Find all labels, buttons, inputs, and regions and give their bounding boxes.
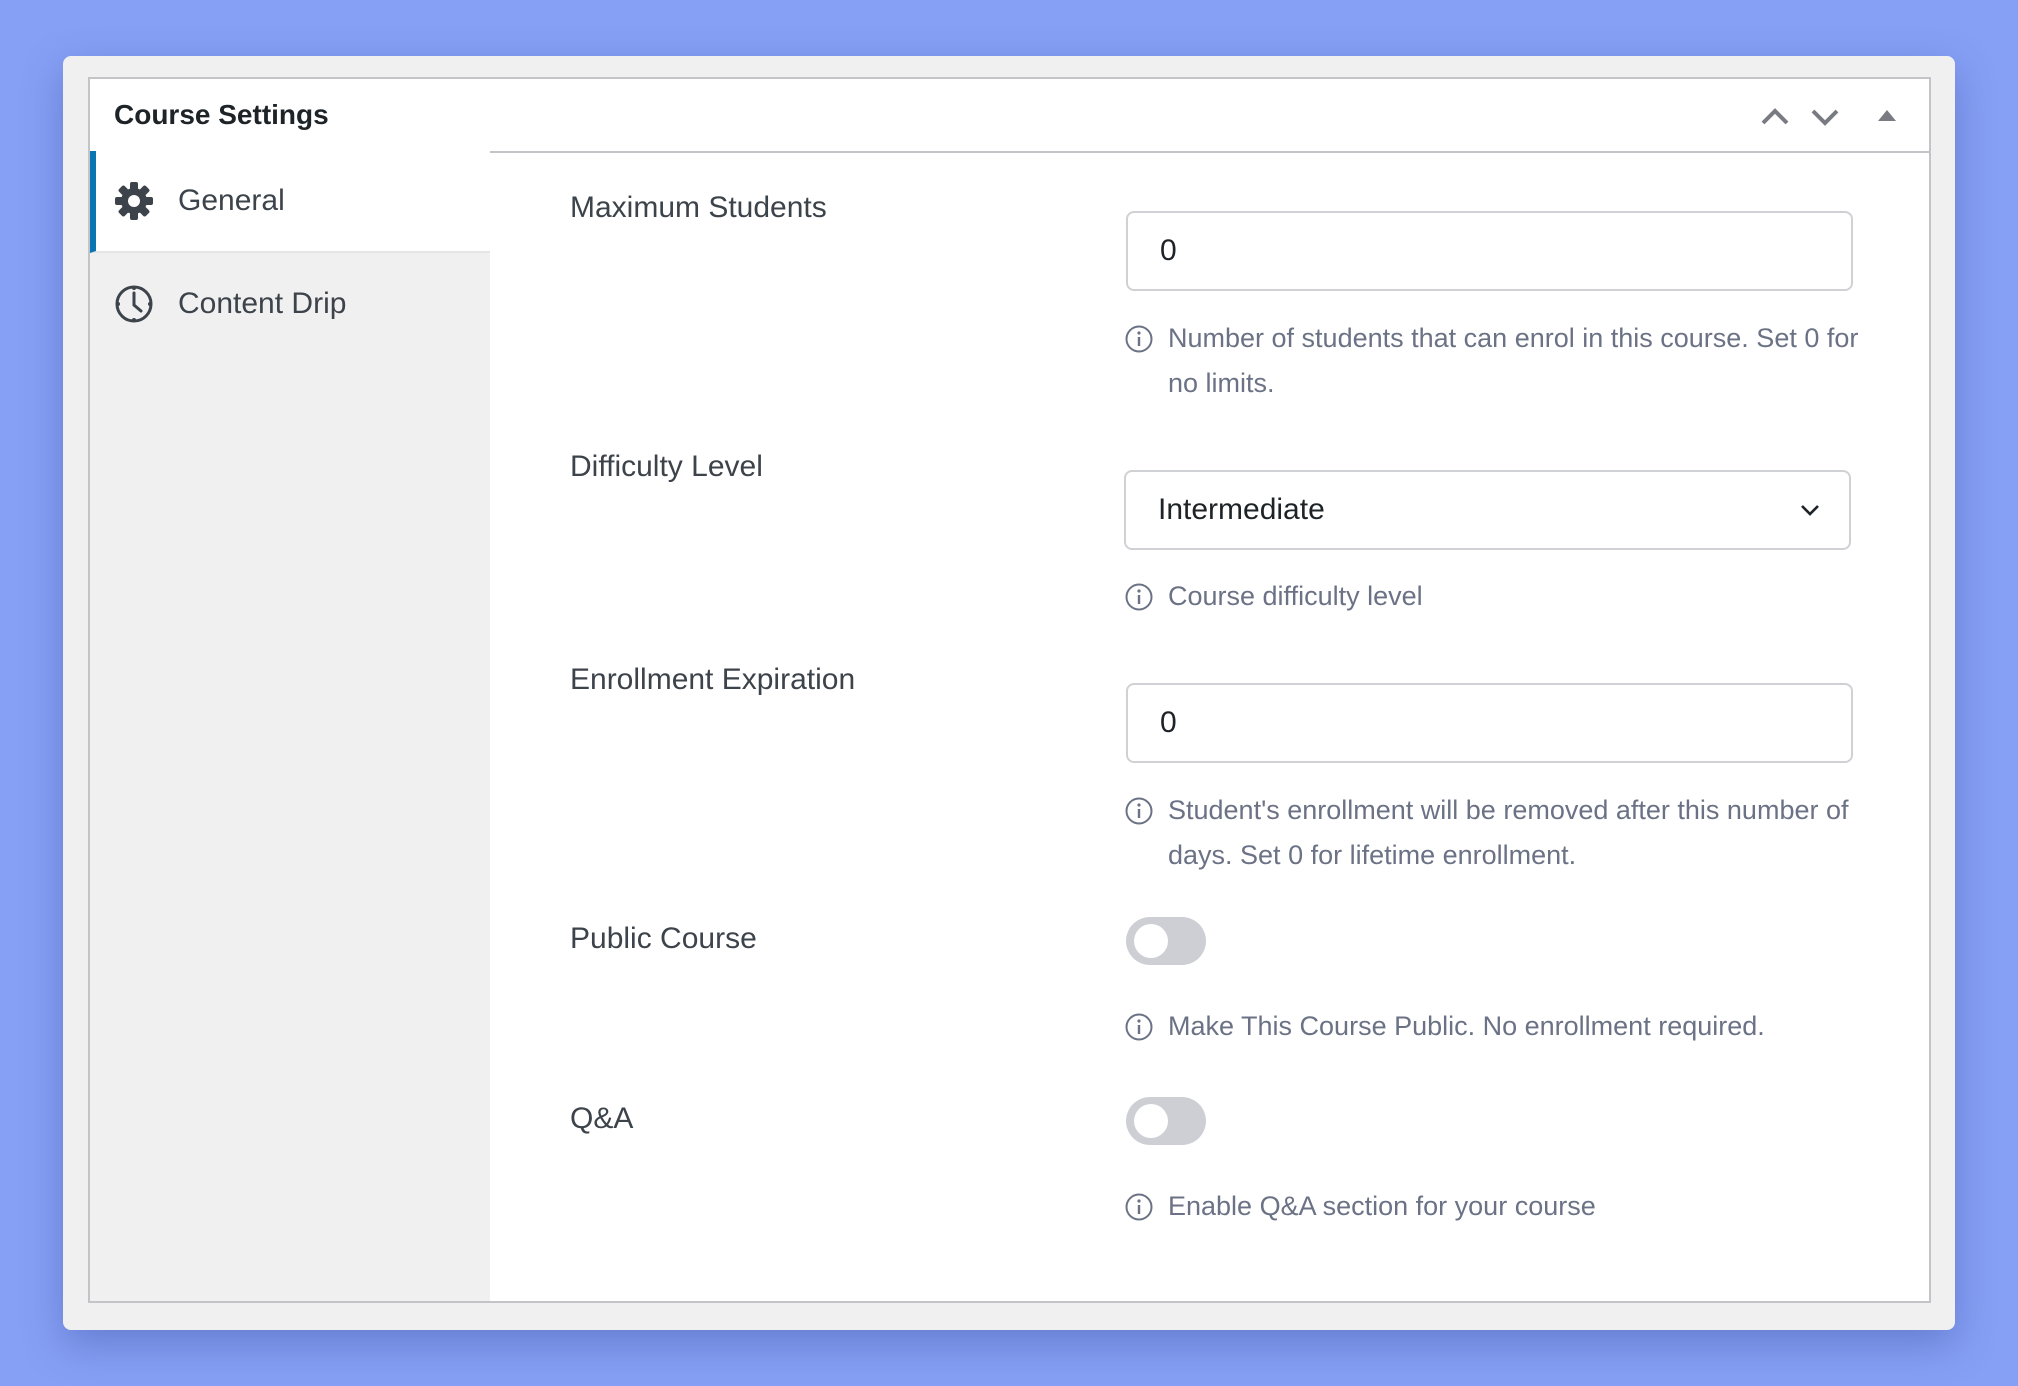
difficulty-select[interactable]: Intermediate xyxy=(1124,470,1851,550)
panel-title: Course Settings xyxy=(114,99,329,130)
sidebar-item-label: Content Drip xyxy=(178,287,347,320)
enrollment-expiration-help: Student's enrollment will be removed aft… xyxy=(1124,788,1864,878)
settings-content: Maximum Students Number of students that… xyxy=(490,151,1929,1301)
help-text: Make This Course Public. No enrollment r… xyxy=(1168,1011,1765,1041)
info-icon xyxy=(1125,1013,1153,1041)
collapse-toggle-button[interactable] xyxy=(1870,101,1904,133)
enrollment-expiration-input[interactable] xyxy=(1126,683,1853,763)
sidebar-item-general[interactable]: General xyxy=(90,151,490,253)
triangle-up-icon xyxy=(1878,110,1896,121)
info-icon xyxy=(1125,583,1153,611)
info-icon xyxy=(1125,325,1153,353)
move-down-button[interactable] xyxy=(1808,101,1842,133)
course-settings-panel: Course Settings General Content Drip Max… xyxy=(88,77,1931,1303)
info-icon xyxy=(1125,1193,1153,1221)
difficulty-help: Course difficulty level xyxy=(1124,574,1864,619)
chevron-up-icon xyxy=(1761,108,1789,125)
toggle-knob xyxy=(1134,1104,1168,1138)
qa-help: Enable Q&A section for your course xyxy=(1124,1184,1864,1229)
max-students-input[interactable] xyxy=(1126,211,1853,291)
help-text: Enable Q&A section for your course xyxy=(1168,1191,1596,1221)
panel-header: Course Settings xyxy=(90,79,1929,153)
qa-label: Q&A xyxy=(570,1102,634,1135)
help-text: Number of students that can enrol in thi… xyxy=(1168,323,1859,398)
clock-icon xyxy=(114,284,154,324)
gear-icon xyxy=(114,181,154,221)
window-frame: Course Settings General Content Drip Max… xyxy=(63,56,1955,1330)
difficulty-selected-value: Intermediate xyxy=(1158,493,1325,526)
max-students-help: Number of students that can enrol in thi… xyxy=(1124,316,1864,406)
toggle-knob xyxy=(1134,924,1168,958)
public-course-toggle[interactable] xyxy=(1126,917,1206,965)
sidebar-item-label: General xyxy=(178,184,285,217)
move-up-button[interactable] xyxy=(1758,101,1792,133)
max-students-label: Maximum Students xyxy=(570,191,827,224)
public-course-label: Public Course xyxy=(570,922,757,955)
chevron-down-icon xyxy=(1811,109,1839,126)
info-icon xyxy=(1125,797,1153,825)
chevron-down-icon xyxy=(1801,505,1819,516)
public-course-help: Make This Course Public. No enrollment r… xyxy=(1124,1004,1864,1049)
qa-toggle[interactable] xyxy=(1126,1097,1206,1145)
sidebar-item-content-drip[interactable]: Content Drip xyxy=(90,253,490,355)
help-text: Course difficulty level xyxy=(1168,581,1423,611)
settings-sidebar: General Content Drip xyxy=(90,151,490,1301)
help-text: Student's enrollment will be removed aft… xyxy=(1168,795,1849,870)
difficulty-label: Difficulty Level xyxy=(570,450,763,483)
enrollment-expiration-label: Enrollment Expiration xyxy=(570,663,856,696)
